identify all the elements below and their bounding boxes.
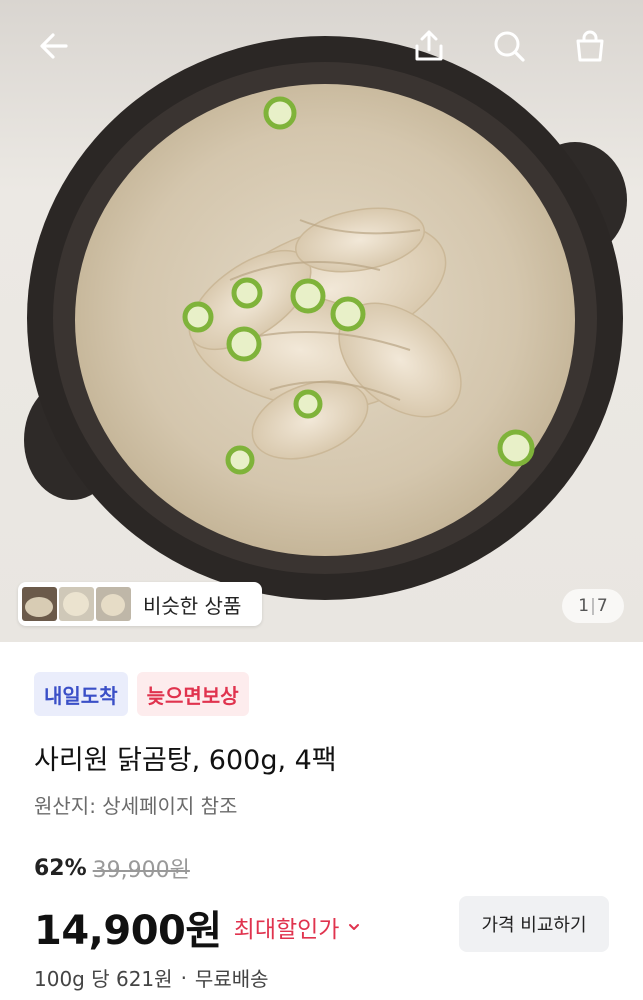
chevron-down-icon — [347, 920, 361, 934]
separator-dot: · — [180, 965, 187, 990]
top-navigation-bar — [0, 0, 643, 92]
product-image-gallery[interactable]: 비슷한 상품 1 | 7 — [0, 0, 643, 642]
late-compensation-badge: 늦으면보상 — [136, 672, 249, 716]
share-button[interactable] — [405, 22, 453, 70]
unit-price-row: 100g 당 621원 · 무료배송 — [34, 963, 269, 992]
product-photo — [24, 36, 627, 600]
search-button[interactable] — [485, 22, 533, 70]
max-discount-label: 최대할인가 — [233, 917, 340, 943]
image-counter: 1 | 7 — [562, 589, 624, 623]
max-discount-dropdown[interactable]: 최대할인가 — [234, 910, 362, 944]
discount-row: 62% 39,900원 — [34, 852, 190, 884]
similar-product-thumbnail — [96, 587, 131, 621]
arrow-left-icon — [40, 33, 68, 59]
cart-button[interactable] — [566, 22, 614, 70]
similar-products-button[interactable]: 비슷한 상품 — [18, 582, 262, 626]
delivery-badges: 내일도착 늦으면보상 — [34, 672, 249, 716]
back-button[interactable] — [30, 22, 78, 70]
product-origin: 원산지: 상세페이지 참조 — [34, 794, 238, 818]
shopping-bag-icon — [576, 30, 604, 62]
next-day-delivery-badge: 내일도착 — [34, 672, 128, 716]
unit-price: 100g 당 621원 — [34, 967, 173, 991]
search-icon — [494, 31, 525, 62]
share-icon — [415, 30, 443, 61]
sale-price: 14,900원 — [34, 908, 222, 954]
similar-product-thumbnail — [22, 587, 57, 621]
price-compare-button[interactable]: 가격 비교하기 — [459, 896, 609, 952]
original-price: 39,900원 — [92, 858, 190, 883]
similar-product-thumbnail — [59, 587, 94, 621]
similar-products-label: 비슷한 상품 — [143, 593, 242, 618]
price-row: 14,900원 최대할인가 — [34, 898, 361, 956]
image-counter-current: 1 — [578, 596, 590, 616]
image-counter-total: 7 — [596, 596, 608, 616]
shipping-info: 무료배송 — [194, 967, 269, 991]
product-title: 사리원 닭곰탕, 600g, 4팩 — [34, 745, 337, 776]
discount-rate: 62% — [34, 855, 87, 881]
